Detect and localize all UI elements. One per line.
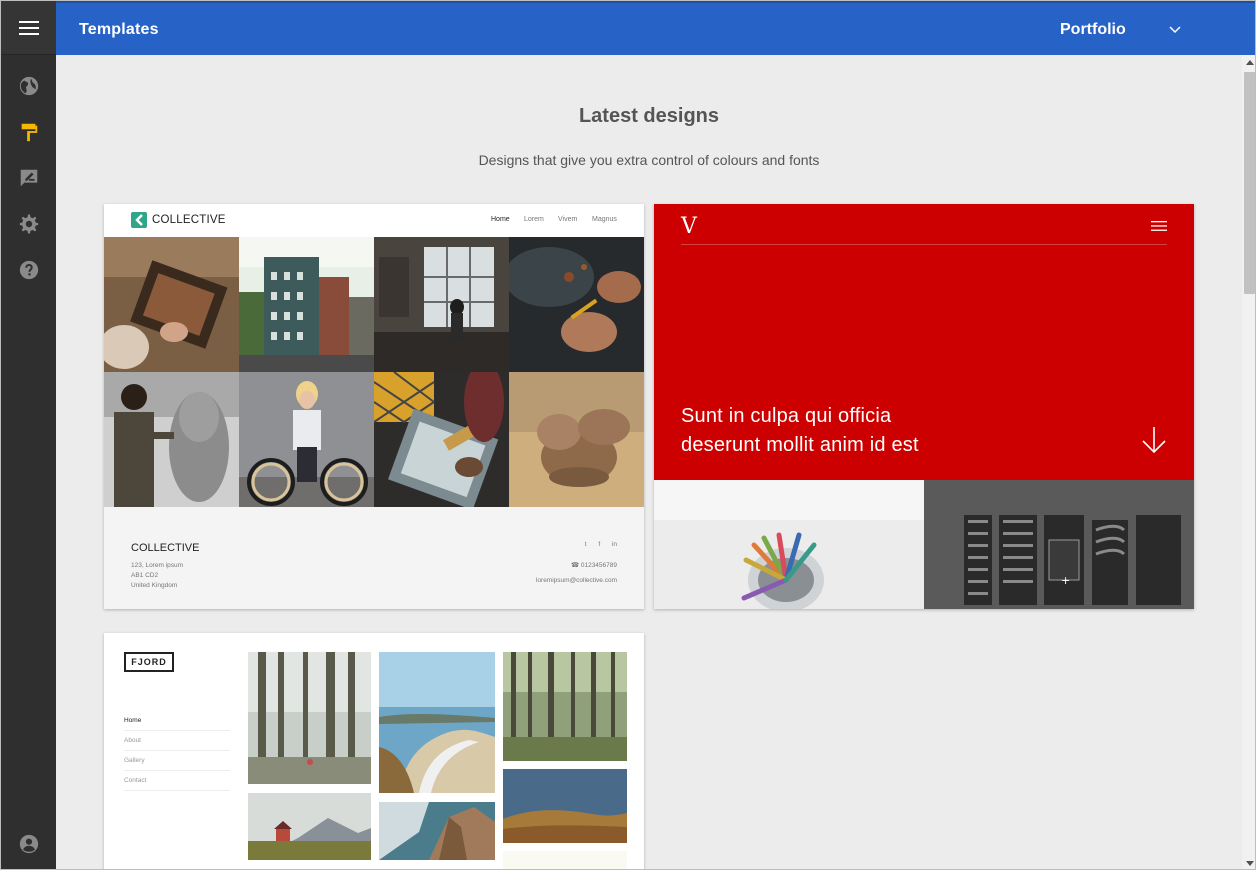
linkedin-icon: in	[611, 541, 617, 548]
photo-workspace	[374, 237, 509, 372]
photo-church-mountains	[248, 793, 371, 860]
v-headline-line-2: deserunt mollit anim id est	[681, 434, 919, 456]
collective-photo-grid	[104, 237, 644, 507]
main-content: Latest designs Designs that give you ext…	[56, 55, 1242, 869]
photo-pottery	[509, 372, 644, 507]
sidebar-item-account[interactable]	[15, 830, 43, 858]
paint-roller-icon	[21, 123, 38, 142]
collective-address-3: United Kingdom	[131, 582, 178, 589]
sidebar-item-sites[interactable]	[15, 72, 43, 100]
collective-email: loremipsum@collective.com	[535, 577, 617, 584]
photo-coastline	[379, 652, 495, 793]
template-card-v[interactable]: V Sunt in culpa qui officia deserunt mol…	[654, 204, 1194, 609]
v-divider	[681, 244, 1167, 245]
v-headline-line-1: Sunt in culpa qui officia	[681, 405, 892, 427]
app-window: Templates Portfolio Latest designs Desig…	[0, 0, 1256, 870]
photo-building	[239, 237, 374, 372]
photo-golden-hills	[503, 769, 627, 843]
hamburger-menu-button[interactable]	[1, 1, 56, 55]
collective-phone: ☎ 0123456789	[570, 562, 617, 569]
photo-cyclist	[239, 372, 374, 507]
twitter-icon: t	[584, 541, 587, 548]
scrollbar-thumb[interactable]	[1244, 72, 1255, 294]
photo-pine-forest	[503, 652, 627, 761]
gear-icon	[19, 214, 39, 234]
collective-nav-vivem: Vivem	[558, 216, 578, 223]
scroll-down-arrow-icon	[1245, 861, 1254, 866]
photo-screenprint	[374, 372, 509, 507]
phone-icon: ☎	[570, 562, 581, 569]
template-card-fjord[interactable]: FJORD Home About Gallery Contact	[104, 633, 644, 869]
photo-woodwork	[104, 237, 239, 372]
scroll-down-button[interactable]	[1242, 856, 1255, 869]
photo-light	[503, 851, 627, 869]
sidebar-item-design[interactable]	[15, 118, 43, 146]
svg-text:+: +	[1061, 574, 1070, 587]
sidebar	[1, 1, 56, 869]
collective-logo: COLLECTIVE	[152, 214, 226, 226]
facebook-icon: f	[598, 541, 601, 548]
hamburger-icon	[1151, 221, 1167, 231]
photo-typewriter-parts: +	[924, 480, 1194, 609]
page-title: Templates	[79, 21, 159, 38]
sidebar-item-settings[interactable]	[15, 210, 43, 238]
feedback-icon	[20, 169, 38, 187]
collective-social-icons: t f in	[585, 541, 617, 548]
fjord-nav-contact: Contact	[124, 777, 230, 791]
fjord-nav-home: Home	[124, 717, 230, 731]
photo-rocky-coast	[379, 802, 495, 860]
collective-logo-mark	[131, 212, 147, 228]
collective-nav-magnus: Magnus	[592, 216, 617, 223]
hamburger-icon	[18, 20, 39, 35]
chevron-down-icon[interactable]	[1168, 25, 1182, 35]
collective-nav: COLLECTIVE Home Lorem Vivem Magnus	[104, 204, 644, 237]
template-card-collective[interactable]: COLLECTIVE Home Lorem Vivem Magnus COLLE…	[104, 204, 644, 609]
account-icon	[19, 834, 39, 854]
photo-carving	[509, 237, 644, 372]
arrow-down-icon	[1142, 427, 1166, 454]
scroll-up-arrow-icon	[1245, 60, 1254, 65]
scroll-up-button[interactable]	[1242, 55, 1255, 70]
collective-footer: COLLECTIVE 123, Lorem ipsum AB1 CD2 Unit…	[104, 507, 644, 609]
v-hero: V Sunt in culpa qui officia deserunt mol…	[654, 204, 1194, 480]
sidebar-item-help[interactable]	[15, 256, 43, 284]
photo-sculptor	[104, 372, 239, 507]
section-heading: Latest designs	[578, 105, 720, 127]
sidebar-item-content[interactable]	[15, 164, 43, 192]
section-subheading: Designs that give you extra control of c…	[478, 152, 820, 168]
v-logo: V	[681, 214, 697, 239]
fjord-nav-about: About	[124, 737, 230, 751]
site-selector-label[interactable]: Portfolio	[1060, 21, 1126, 39]
collective-address-2: AB1 CD2	[131, 572, 159, 579]
collective-nav-lorem: Lorem	[524, 216, 544, 223]
collective-nav-home: Home	[491, 216, 510, 223]
photo-misty-forest	[248, 652, 371, 784]
page-scrollbar[interactable]	[1242, 55, 1255, 869]
top-bar: Templates Portfolio	[56, 1, 1255, 55]
collective-footer-title: COLLECTIVE	[131, 542, 200, 554]
help-icon	[19, 260, 39, 280]
collective-address-1: 123, Lorem ipsum	[131, 562, 184, 569]
fjord-logo: FJORD	[124, 652, 174, 672]
photo-pencils	[654, 480, 924, 609]
globe-icon	[19, 76, 39, 96]
fjord-nav-gallery: Gallery	[124, 757, 230, 771]
